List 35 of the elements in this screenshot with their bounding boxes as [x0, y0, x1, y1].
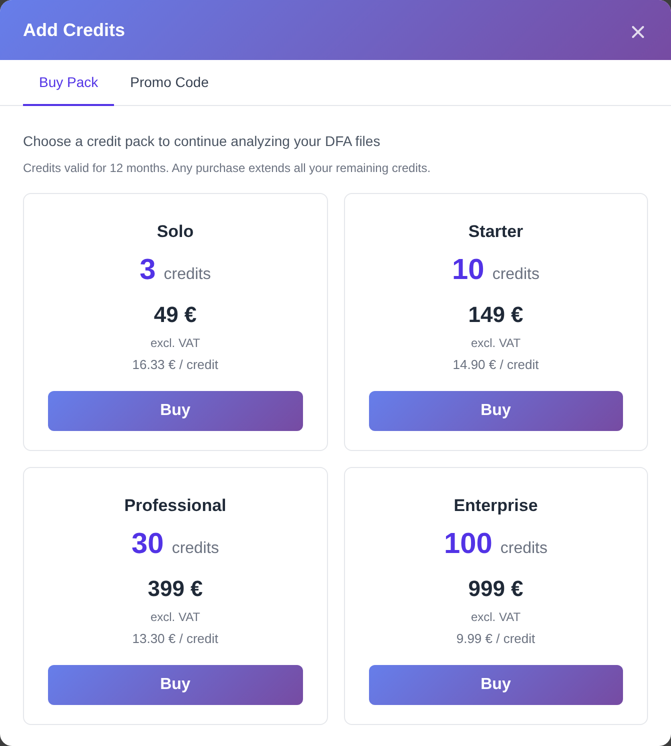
- credits-label: credits: [492, 265, 540, 285]
- credit-count: 100: [444, 527, 492, 562]
- credits-label: credits: [164, 265, 211, 285]
- unit-price: 16.33 € / credit: [132, 356, 218, 374]
- buy-button[interactable]: Buy: [48, 391, 302, 431]
- pack-price: 399 €: [148, 575, 203, 603]
- pack-name: Starter: [468, 221, 524, 243]
- tab[interactable]: Promo Code: [114, 60, 225, 106]
- credit-count: 10: [452, 253, 484, 288]
- tax-note: excl. VAT: [470, 335, 521, 351]
- dialog-title: Add Credits: [23, 19, 126, 42]
- validity-note: Credits valid for 12 months. Any purchase extends all your remaining credits.: [23, 160, 432, 176]
- pack-name: Solo: [156, 221, 194, 243]
- tax-note: excl. VAT: [470, 609, 521, 625]
- unit-price: 13.30 € / credit: [132, 630, 218, 648]
- close-button[interactable]: [630, 24, 646, 40]
- credits-label: credits: [500, 539, 548, 559]
- credit-count: 30: [132, 527, 164, 562]
- close-icon: [632, 26, 644, 38]
- buy-button[interactable]: Buy: [368, 665, 623, 705]
- unit-price: 9.99 € / credit: [456, 630, 536, 648]
- buy-button[interactable]: Buy: [48, 665, 302, 705]
- tab[interactable]: Buy Pack: [23, 60, 114, 106]
- buy-button[interactable]: Buy: [368, 391, 623, 431]
- credit-count: 3: [140, 253, 156, 288]
- unit-price: 14.90 € / credit: [452, 356, 539, 374]
- pack-price: 999 €: [468, 575, 524, 603]
- pack-price: 149 €: [468, 301, 524, 329]
- tax-note: excl. VAT: [150, 609, 200, 625]
- credits-label: credits: [172, 539, 219, 559]
- tax-note: excl. VAT: [150, 335, 200, 351]
- intro-text: Choose a credit pack to continue analyzing your DFA files: [23, 132, 382, 151]
- pack-price: 49 €: [154, 301, 197, 329]
- pack-name: Professional: [124, 495, 226, 517]
- pack-name: Enterprise: [454, 495, 538, 517]
